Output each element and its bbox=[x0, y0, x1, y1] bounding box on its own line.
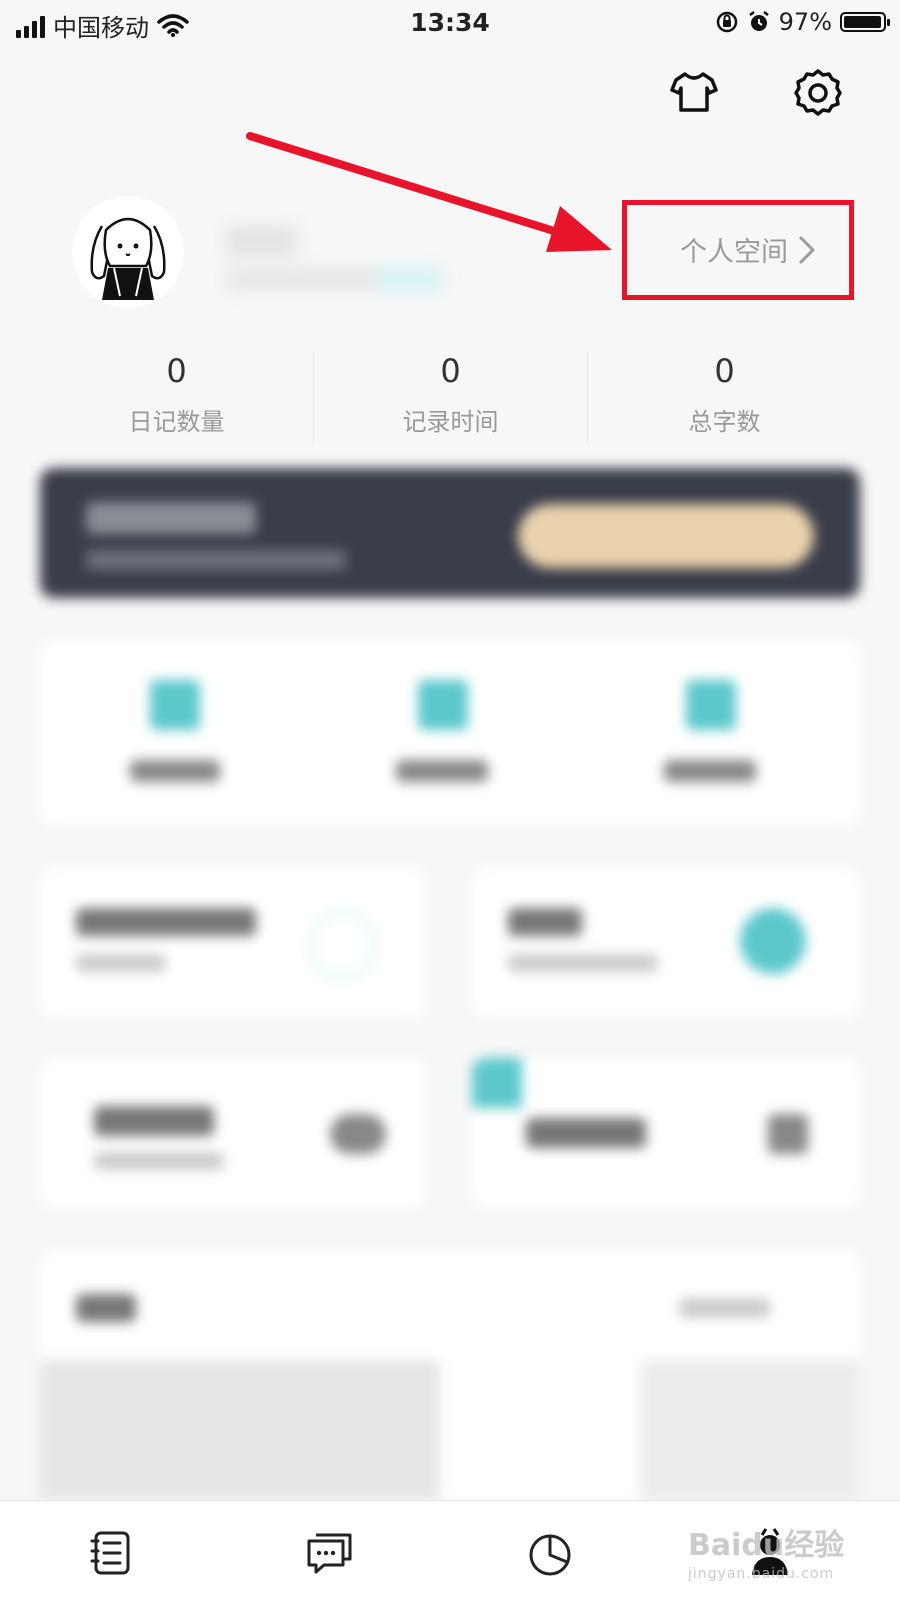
banner-button[interactable] bbox=[518, 504, 814, 568]
shortcut-card bbox=[40, 640, 860, 826]
stat-diary-count[interactable]: 0 日记数量 bbox=[40, 352, 313, 437]
card-title-blur bbox=[526, 1118, 646, 1148]
stat-word-count[interactable]: 0 总字数 bbox=[588, 352, 861, 437]
annotation-arrow bbox=[246, 132, 612, 252]
pro-banner[interactable] bbox=[40, 468, 860, 598]
card-title-blur bbox=[94, 1106, 214, 1136]
stats-row: 0 日记数量 0 记录时间 0 总字数 bbox=[40, 352, 860, 442]
stat-label: 记录时间 bbox=[402, 408, 499, 436]
stat-record-time[interactable]: 0 记录时间 bbox=[314, 352, 587, 437]
album-image[interactable] bbox=[40, 1360, 440, 1500]
banner-title-blur bbox=[86, 502, 256, 534]
progress-ring bbox=[310, 912, 376, 978]
card-subtitle-blur bbox=[508, 954, 658, 972]
chat-icon[interactable] bbox=[304, 1527, 356, 1579]
blurred-content bbox=[0, 460, 900, 1500]
store-icon[interactable] bbox=[150, 680, 200, 730]
task-card[interactable] bbox=[40, 868, 426, 1018]
skin-icon[interactable] bbox=[418, 680, 468, 730]
export-card[interactable] bbox=[472, 1058, 860, 1208]
card-subtitle-blur bbox=[94, 1152, 224, 1170]
diary-icon[interactable] bbox=[86, 1527, 138, 1579]
album-card[interactable] bbox=[40, 1250, 860, 1500]
watermark-subtext: jingyan.baidu.com bbox=[688, 1566, 835, 1582]
chart-icon[interactable] bbox=[524, 1527, 576, 1579]
export-icon bbox=[768, 1114, 808, 1154]
album-image[interactable] bbox=[640, 1360, 860, 1500]
watermark-text: Baidu经验 bbox=[688, 1528, 845, 1563]
sync-card[interactable] bbox=[40, 1058, 426, 1208]
stat-label: 日记数量 bbox=[128, 408, 225, 436]
checkin-card[interactable] bbox=[472, 868, 860, 1018]
shortcut-label-blur bbox=[396, 760, 488, 782]
card-title-blur bbox=[508, 908, 582, 936]
banner-subtitle-blur bbox=[86, 550, 346, 570]
checkin-circle[interactable] bbox=[740, 908, 806, 974]
card-title-blur bbox=[76, 908, 256, 936]
cloud-icon bbox=[330, 1114, 386, 1154]
card-subtitle-blur bbox=[76, 954, 166, 972]
stat-value: 0 bbox=[714, 352, 735, 390]
stat-value: 0 bbox=[440, 352, 461, 390]
shortcut-label-blur bbox=[664, 760, 756, 782]
card-title-blur bbox=[76, 1294, 136, 1322]
shortcut-label-blur bbox=[130, 760, 220, 782]
stat-value: 0 bbox=[166, 352, 187, 390]
order-icon[interactable] bbox=[686, 680, 736, 730]
card-link-blur bbox=[680, 1298, 770, 1318]
watermark: Baidu经验 jingyan.baidu.com bbox=[688, 1520, 844, 1582]
corner-badge bbox=[472, 1058, 522, 1108]
stat-label: 总字数 bbox=[688, 408, 761, 436]
